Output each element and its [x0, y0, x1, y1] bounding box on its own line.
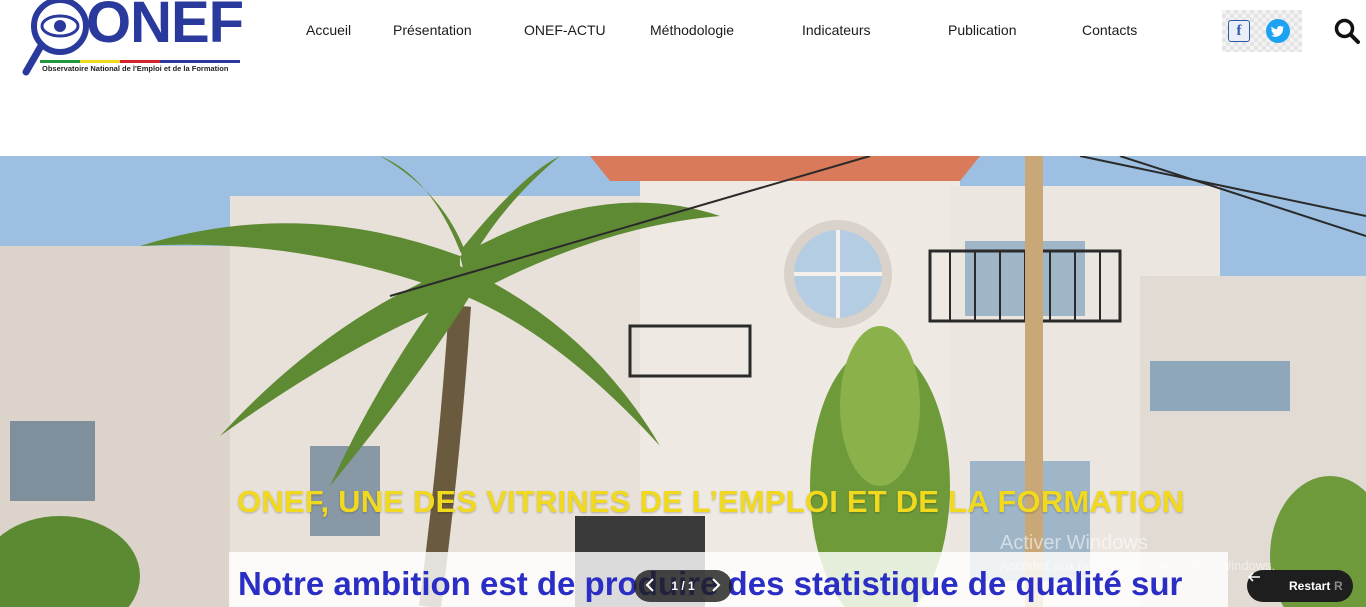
nav-presentation[interactable]: Présentation	[393, 22, 472, 38]
nav-contacts[interactable]: Contacts	[1082, 22, 1137, 38]
nav-publication[interactable]: Publication	[948, 22, 1017, 38]
nav-onef-actu[interactable]: ONEF-ACTU	[524, 22, 606, 38]
slider-controls: 1 / 1	[634, 570, 732, 602]
restart-button[interactable]: Restart R	[1247, 570, 1353, 602]
windows-activation-hint: Accédez aux paramètres pour activer Wind…	[1000, 558, 1276, 573]
hero-background-image	[0, 156, 1366, 607]
social-links: f	[1222, 10, 1302, 52]
twitter-bird-icon	[1271, 25, 1284, 37]
logo-flag-stripe	[40, 60, 240, 63]
restart-arrow-icon	[1247, 572, 1260, 582]
twitter-icon[interactable]	[1266, 19, 1290, 43]
chevron-right-icon[interactable]	[708, 577, 722, 593]
facebook-icon[interactable]: f	[1228, 20, 1250, 42]
slide-counter: 1 / 1	[671, 579, 695, 593]
next-arrow-glyph	[712, 578, 721, 592]
nav-accueil[interactable]: Accueil	[306, 22, 351, 38]
prev-arrow-glyph	[645, 578, 654, 592]
nav-indicateurs[interactable]: Indicateurs	[802, 22, 870, 38]
restart-shortcut: R	[1334, 579, 1343, 593]
restart-label: Restart	[1289, 579, 1331, 593]
chevron-left-icon[interactable]	[644, 577, 658, 593]
nav-methodologie[interactable]: Méthodologie	[650, 22, 734, 38]
site-logo[interactable]: ONEF Observatoire National de l'Emploi e…	[22, 0, 244, 78]
windows-activation-watermark: Activer Windows	[1000, 532, 1148, 554]
hero-title: ONEF, UNE DES VITRINES DE L’EMPLOI ET DE…	[237, 484, 1185, 519]
search-icon[interactable]	[1333, 17, 1361, 45]
hero-slider: ONEF, UNE DES VITRINES DE L’EMPLOI ET DE…	[0, 156, 1366, 607]
logo-wordmark: ONEF	[86, 0, 244, 55]
logo-tagline: Observatoire National de l'Emploi et de …	[42, 64, 229, 73]
magnifier-glyph	[1334, 18, 1360, 44]
site-header: ONEF Observatoire National de l'Emploi e…	[0, 0, 1366, 156]
